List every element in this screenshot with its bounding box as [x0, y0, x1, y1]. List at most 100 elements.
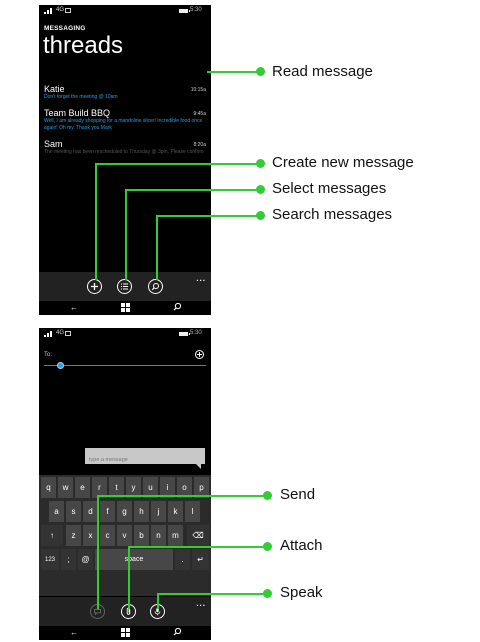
key-w[interactable]: w [58, 477, 73, 498]
key-b[interactable]: b [134, 525, 149, 546]
callout-line-attach-vertical [128, 546, 130, 609]
callout-line-read [207, 71, 259, 73]
navigation-bar: ← [39, 626, 211, 640]
callout-attach: Attach [280, 537, 323, 554]
callout-send: Send [280, 486, 316, 503]
key-f[interactable]: f [100, 501, 115, 522]
thread-name: Katie [44, 84, 65, 94]
thread-item-sam[interactable]: Sam 8:20a The meeting has been reschedul… [44, 139, 206, 156]
thread-time: 9:45a [193, 111, 206, 117]
callout-line-create [95, 163, 259, 165]
page-title: threads [43, 32, 124, 59]
status-time: 5:30 [190, 330, 202, 336]
search-messages-button[interactable] [148, 279, 163, 294]
thread-item-team-build-bbq[interactable]: Team Build BBQ 9:45a Well, I am already … [44, 108, 206, 131]
callout-line-search-vertical [156, 215, 158, 280]
battery-icon [179, 332, 190, 336]
callout-dot-attach [263, 542, 272, 551]
message-notification-icon [65, 8, 71, 13]
key-x[interactable]: x [83, 525, 98, 546]
message-compose-box[interactable] [85, 448, 205, 469]
shift-key[interactable]: ↑ [41, 525, 63, 546]
callout-line-select [125, 189, 259, 191]
key-g[interactable]: g [117, 501, 132, 522]
key-d[interactable]: d [83, 501, 98, 522]
enter-key[interactable]: ↵ [192, 549, 209, 570]
navigation-bar: ← [39, 301, 211, 315]
key-k[interactable]: k [168, 501, 183, 522]
thread-snippet: The meeting has been rescheduled to Thur… [44, 149, 204, 155]
callout-line-speak [157, 593, 266, 595]
key-q[interactable]: q [41, 477, 56, 498]
semicolon-key[interactable]: ; [61, 549, 76, 570]
windows-start-button[interactable] [121, 303, 130, 312]
callout-dot-select [256, 185, 265, 194]
callout-dot-send [263, 491, 272, 500]
key-h[interactable]: h [134, 501, 149, 522]
thread-time: 10:15a [190, 87, 206, 93]
network-type: 4G [56, 7, 65, 13]
key-m[interactable]: m [168, 525, 183, 546]
new-message-button[interactable] [87, 279, 102, 294]
recipient-field[interactable] [44, 365, 206, 366]
plus-icon [91, 283, 98, 290]
key-l[interactable]: l [185, 501, 200, 522]
list-icon [121, 283, 128, 290]
message-input[interactable] [85, 452, 205, 468]
callout-read-message: Read message [272, 63, 373, 80]
key-c[interactable]: c [100, 525, 115, 546]
thread-name: Sam [44, 139, 63, 149]
callout-line-create-vertical [95, 163, 97, 280]
callout-line-speak-vertical [157, 593, 159, 609]
more-options-button[interactable]: ... [196, 599, 206, 608]
select-messages-button[interactable] [117, 279, 132, 294]
key-s[interactable]: s [66, 501, 81, 522]
period-key[interactable]: . [175, 549, 190, 570]
windows-start-button[interactable] [121, 628, 130, 637]
callout-dot-create [256, 159, 265, 168]
app-bar: ... [39, 597, 211, 626]
signal-icon [44, 331, 54, 337]
key-v[interactable]: v [117, 525, 132, 546]
callout-line-attach [128, 546, 266, 548]
status-bar: 4G 5:30 [39, 5, 211, 17]
thread-time: 8:20a [193, 142, 206, 148]
thread-name: Team Build BBQ [44, 108, 111, 118]
key-n[interactable]: n [151, 525, 166, 546]
thread-item-katie[interactable]: Katie 10:15a Don't forget the meeting @ … [44, 84, 206, 101]
status-bar: 4G 5:30 [39, 328, 211, 340]
callout-dot-read [256, 67, 265, 76]
callout-create-new-message: Create new message [272, 154, 414, 171]
search-button[interactable] [172, 627, 182, 637]
backspace-key[interactable]: ⌫ [187, 525, 209, 546]
callout-line-select-vertical [125, 189, 127, 280]
battery-icon [179, 9, 190, 13]
thread-snippet: Well, I am already shopping for a mandol… [44, 118, 203, 131]
space-key[interactable]: space [95, 549, 173, 570]
text-cursor-handle[interactable] [57, 362, 64, 369]
key-a[interactable]: a [49, 501, 64, 522]
key-j[interactable]: j [151, 501, 166, 522]
app-label: MESSAGING [44, 25, 86, 32]
to-label: To: [44, 352, 53, 358]
numbers-key[interactable]: 123 [41, 549, 59, 570]
callout-select-messages: Select messages [272, 180, 387, 197]
key-e[interactable]: e [75, 477, 90, 498]
signal-icon [44, 8, 54, 14]
network-type: 4G [56, 330, 65, 336]
emoji-key[interactable]: @ [78, 549, 93, 570]
back-button[interactable]: ← [70, 628, 78, 637]
callout-dot-speak [263, 589, 272, 598]
key-z[interactable]: z [66, 525, 81, 546]
thread-snippet: Don't forget the meeting @ 10am [44, 94, 118, 100]
on-screen-keyboard: q w e r t y u i o p a s d f g h j k l ↑ … [39, 475, 211, 596]
callout-line-send-vertical [97, 495, 99, 609]
add-recipient-icon[interactable] [195, 350, 204, 359]
back-button[interactable]: ← [70, 303, 78, 312]
callout-dot-search [256, 211, 265, 220]
more-options-button[interactable]: ... [196, 274, 206, 283]
search-button[interactable] [172, 302, 182, 312]
status-time: 5:30 [190, 7, 202, 13]
search-icon [151, 283, 159, 291]
callout-line-send [97, 495, 266, 497]
